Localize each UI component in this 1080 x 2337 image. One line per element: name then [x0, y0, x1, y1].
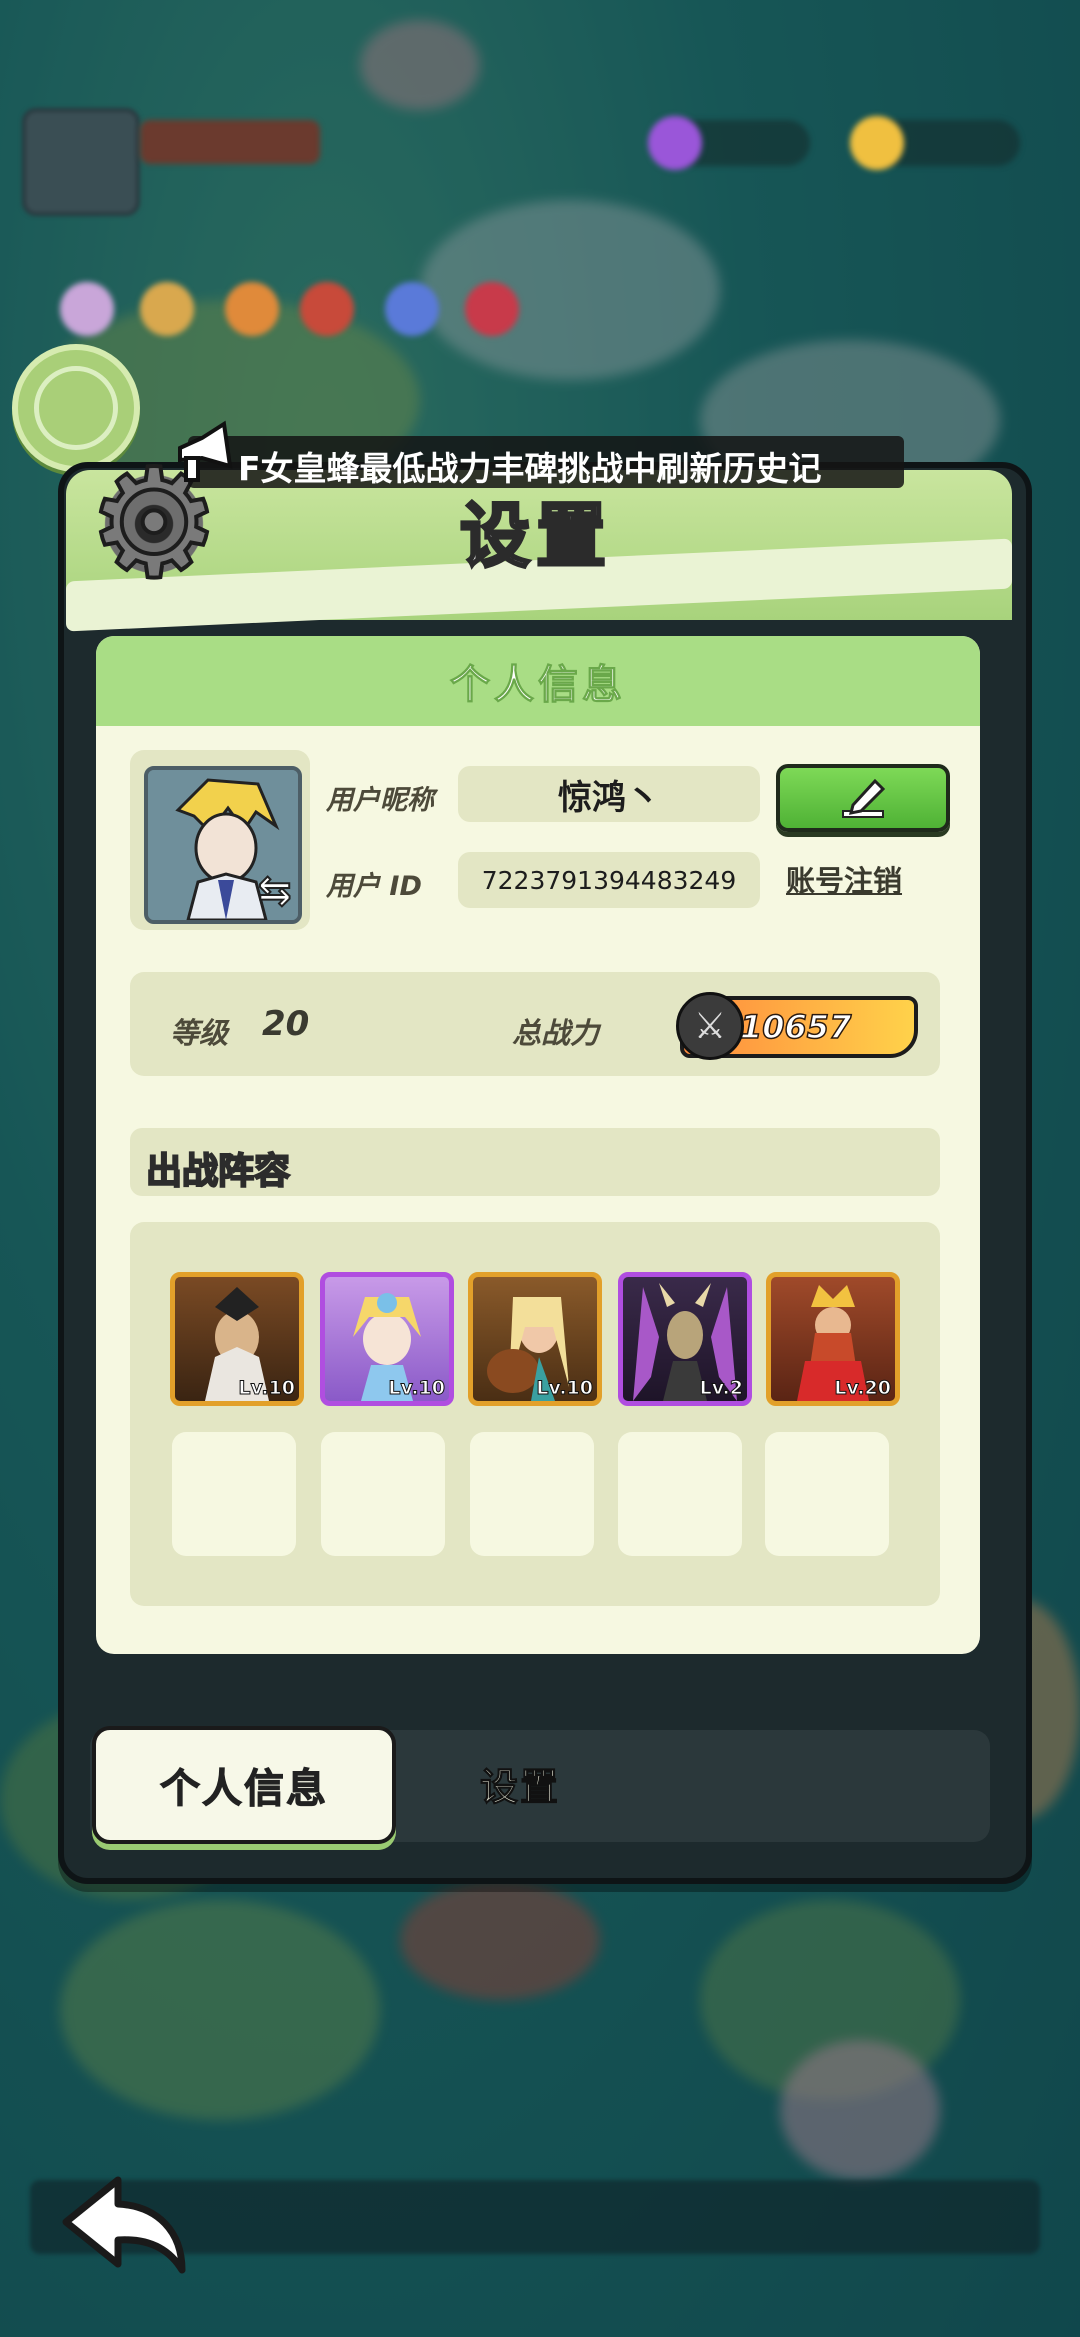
empty-hero-slot[interactable] [618, 1432, 742, 1556]
user-id-label: 用户 ID [326, 871, 422, 902]
event-icon [140, 282, 194, 336]
player-avatar-hud [22, 108, 140, 216]
hero-card[interactable]: Lv.2 [618, 1272, 752, 1406]
power-label: 总战力 [512, 1016, 600, 1050]
tab-settings[interactable]: 设置 [479, 1756, 560, 1811]
panel-title: 设置 [459, 494, 612, 579]
announcement-text: F女皇蜂最低战力丰碑挑战中刷新历史记 [238, 449, 822, 488]
lineup-title: 出战阵容 [145, 1150, 291, 1193]
level-value: 20 [262, 1004, 310, 1044]
user-id-field: 7223791394483249 [458, 852, 760, 908]
hero-level: Lv.10 [536, 1377, 594, 1400]
event-icon [225, 282, 279, 336]
gem-icon [648, 116, 702, 170]
delete-account-link[interactable]: 账号注销 [786, 858, 902, 900]
nickname-field: 惊鸿丶 [458, 766, 760, 822]
tab-personal-info-label: 个人信息 [160, 1766, 328, 1813]
megaphone-icon [178, 420, 233, 482]
swap-avatar-icon[interactable]: ⇆ [257, 867, 292, 915]
empty-hero-slot[interactable] [321, 1432, 445, 1556]
event-icon [465, 282, 519, 336]
player-rank-hud [140, 120, 320, 164]
hero-card[interactable]: Lv.10 [320, 1272, 454, 1406]
nickname-label: 用户昵称 [326, 785, 434, 816]
announcement-marquee: F女皇蜂最低战力丰碑挑战中刷新历史记 [188, 436, 904, 488]
hero-level: Lv.20 [834, 1377, 892, 1400]
crossed-swords-icon: ⚔ [676, 992, 744, 1060]
hero-card[interactable]: Lv.10 [170, 1272, 304, 1406]
hero-level: Lv.10 [238, 1377, 296, 1400]
level-label: 等级 [170, 1016, 229, 1050]
power-value: 10657 [739, 1007, 852, 1047]
coin-icon [850, 116, 904, 170]
empty-hero-slot[interactable] [470, 1432, 594, 1556]
edit-nickname-button[interactable] [776, 764, 950, 832]
pencil-icon [842, 778, 886, 818]
back-arrow-icon[interactable] [58, 2170, 198, 2280]
empty-hero-slot[interactable] [765, 1432, 889, 1556]
hero-card[interactable]: Lv.10 [468, 1272, 602, 1406]
tab-personal-info[interactable]: 个人信息 [92, 1726, 396, 1844]
event-icon [60, 282, 114, 336]
hero-level: Lv.2 [699, 1377, 743, 1400]
hero-level: Lv.10 [388, 1377, 446, 1400]
profile-card-title: 个人信息 [450, 662, 626, 709]
hero-card[interactable]: Lv.20 [766, 1272, 900, 1406]
profile-card-header: 个人信息 [96, 636, 980, 726]
event-icon [300, 282, 354, 336]
empty-hero-slot[interactable] [172, 1432, 296, 1556]
event-icon [385, 282, 439, 336]
